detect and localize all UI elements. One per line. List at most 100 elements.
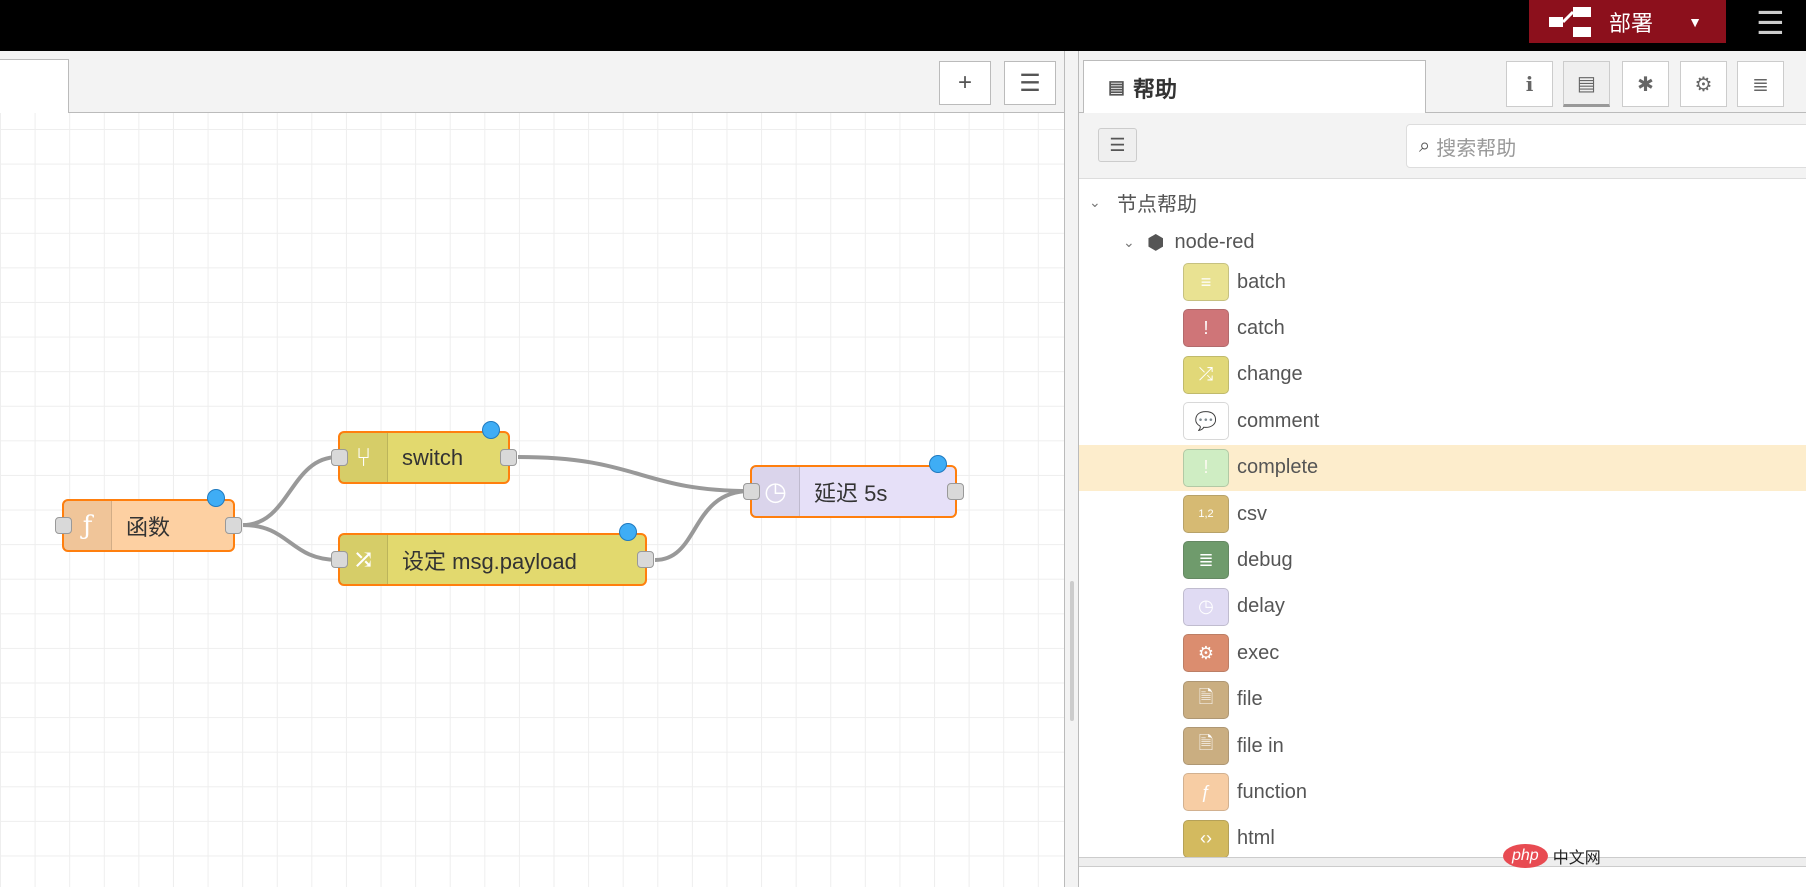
horizontal-scrollbar[interactable] (1079, 857, 1806, 867)
help-list-item-label: exec (1237, 641, 1280, 664)
search-icon: ⌕ (1419, 134, 1431, 157)
plus-icon: + (957, 69, 972, 96)
toc-toggle-button[interactable]: ☰ (1098, 128, 1137, 162)
sidebar: ▤ 帮助 i ▤ ✱ ⚙ ≣ ☰ ⌕ 搜索帮助 ⌄ 节点帮助 ⌄ ⬢ node-red ≡… (1079, 51, 1806, 887)
help-list-item[interactable]: ! catch (1079, 305, 1806, 351)
help-button[interactable]: ▤ (1563, 61, 1610, 107)
chevron-down-icon: ⌄ (1123, 233, 1135, 250)
output-port[interactable] (947, 483, 964, 500)
context-button[interactable]: ≣ (1737, 61, 1784, 107)
changed-indicator (482, 421, 500, 439)
help-list-item[interactable]: ‹› html (1079, 816, 1806, 862)
wire-switch-delay (517, 455, 751, 493)
help-list-item-label: function (1237, 780, 1308, 803)
wire-change-delay (654, 489, 751, 562)
chevron-down-icon: ⌄ (1089, 193, 1101, 210)
input-port[interactable] (331, 449, 348, 466)
batch-node-icon: ≡ (1183, 263, 1229, 301)
list-icon: ☰ (1109, 134, 1126, 155)
help-list-item-label: file in (1237, 734, 1284, 757)
help-list-item[interactable]: ! complete (1079, 444, 1806, 491)
help-list-item-label: html (1237, 827, 1275, 850)
help-toolbar: ☰ ⌕ 搜索帮助 (1079, 113, 1806, 179)
node-label: switch (402, 444, 464, 470)
header-bar: 部署 ▼ ☰ (0, 0, 1806, 51)
node-label: 设定 msg.payload (402, 548, 577, 574)
workspace-tab-bar: + ☰ (0, 51, 1064, 113)
node-function[interactable]: ƒ 函数 (55, 489, 242, 552)
help-list-item-label: batch (1237, 270, 1286, 293)
tree-module-label: node-red (1174, 230, 1255, 253)
input-port[interactable] (55, 517, 72, 534)
change-node-icon: ⤮ (1183, 355, 1229, 394)
changed-indicator (929, 455, 947, 473)
help-list-item-label: comment (1237, 409, 1320, 432)
canvas-scrollbar[interactable] (1070, 581, 1074, 721)
list-flows-button[interactable]: ☰ (1004, 61, 1056, 105)
function-node-icon: ƒ (1183, 773, 1229, 812)
help-list-item-label: delay (1237, 595, 1285, 618)
help-list-item[interactable]: 1,2 csv (1079, 491, 1806, 537)
input-port[interactable] (331, 551, 348, 568)
changed-indicator (619, 523, 637, 541)
watermark: php 中文网 (1503, 844, 1601, 868)
node-label: 函数 (126, 514, 171, 540)
flow-canvas[interactable]: ƒ 函数 ⑂ switch ⤮ 设定 msg.payload ◷ 延迟 5s (0, 113, 1064, 887)
deploy-label: 部署 (1609, 10, 1654, 36)
tree-root-label: 节点帮助 (1117, 193, 1197, 216)
config-button[interactable]: ⚙ (1680, 61, 1727, 107)
chevron-down-icon[interactable]: ▼ (1688, 14, 1702, 30)
help-list-item[interactable]: 💬 comment (1079, 398, 1806, 444)
book-icon: ▤ (1577, 72, 1596, 95)
output-port[interactable] (225, 517, 242, 534)
sidebar-tab-bar: ▤ 帮助 i ▤ ✱ ⚙ ≣ (1079, 51, 1806, 114)
output-port[interactable] (637, 551, 654, 568)
database-icon: ≣ (1752, 73, 1769, 96)
node-delay[interactable]: ◷ 延迟 5s (743, 455, 964, 518)
info-icon: i (1525, 72, 1534, 96)
help-list-item[interactable]: 🗎 file in (1079, 723, 1806, 769)
file-in-node-icon: 🗎 (1183, 727, 1229, 765)
help-list-item-label: complete (1237, 456, 1319, 479)
deploy-button[interactable]: 部署 ▼ (1529, 0, 1726, 43)
help-list-item[interactable]: ƒ function (1079, 769, 1806, 815)
html-node-icon: ‹› (1183, 819, 1229, 858)
exec-node-icon: ⚙ (1183, 634, 1229, 673)
tab-flow[interactable] (0, 59, 69, 113)
csv-node-icon: 1,2 (1183, 495, 1229, 533)
help-list-item-label: debug (1237, 548, 1293, 571)
help-list-item[interactable]: ≣ debug (1079, 537, 1806, 583)
file-node-icon: 🗎 (1183, 680, 1229, 719)
search-input[interactable]: ⌕ 搜索帮助 (1406, 124, 1806, 168)
debug-button[interactable]: ✱ (1622, 61, 1669, 107)
hamburger-icon[interactable]: ☰ (1756, 4, 1785, 42)
help-list-item-label: csv (1237, 502, 1267, 525)
catch-node-icon: ! (1183, 309, 1229, 348)
node-label: 延迟 5s (814, 480, 888, 506)
comment-node-icon: 💬 (1183, 402, 1229, 441)
help-list-item-label: file (1237, 688, 1263, 711)
debug-node-icon: ≣ (1183, 541, 1229, 580)
help-list-item[interactable]: ⤮ change (1079, 352, 1806, 398)
add-flow-button[interactable]: + (939, 61, 991, 105)
deploy-icon (1549, 6, 1595, 37)
node-switch[interactable]: ⑂ switch (331, 421, 517, 484)
help-list-item[interactable]: 🗎 file (1079, 677, 1806, 723)
help-list-item[interactable]: ≡ batch (1079, 259, 1806, 305)
input-port[interactable] (743, 483, 760, 500)
output-port[interactable] (500, 449, 517, 466)
info-button[interactable]: i (1506, 61, 1553, 107)
delay-node-icon: ◷ (1183, 587, 1229, 626)
bug-icon: ✱ (1637, 73, 1654, 96)
tab-help[interactable]: ▤ 帮助 (1083, 60, 1426, 114)
help-list-item[interactable]: ⚙ exec (1079, 630, 1806, 676)
wire-function-switch (242, 455, 339, 527)
tab-help-label: 帮助 (1133, 76, 1178, 102)
help-list-item-label: catch (1237, 316, 1285, 339)
complete-node-icon: ! (1183, 448, 1229, 487)
book-icon: ▤ (1108, 77, 1126, 97)
help-list-item[interactable]: ◷ delay (1079, 584, 1806, 630)
node-change[interactable]: ⤮ 设定 msg.payload (331, 523, 654, 586)
sidebar-resize-handle[interactable] (1064, 51, 1079, 887)
list-icon: ☰ (1019, 69, 1041, 97)
